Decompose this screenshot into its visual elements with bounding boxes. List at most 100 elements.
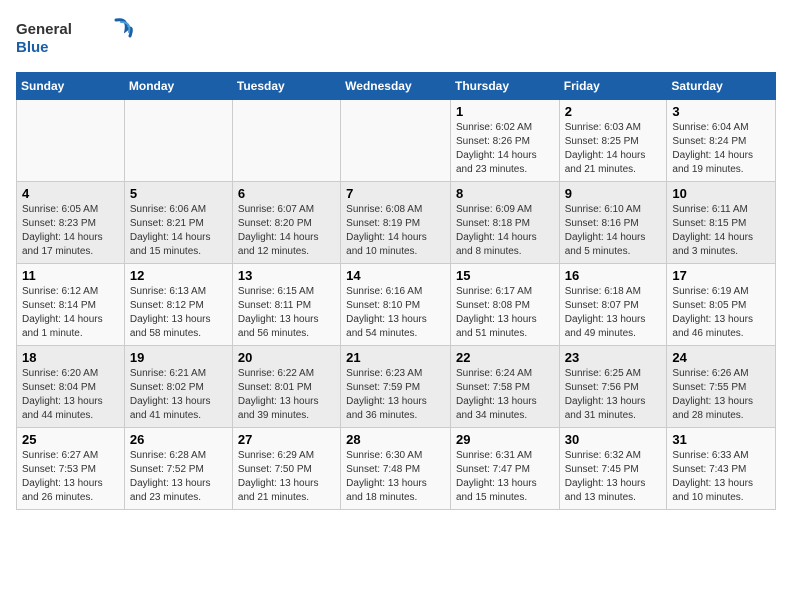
calendar-week-row: 25Sunrise: 6:27 AM Sunset: 7:53 PM Dayli… bbox=[17, 428, 776, 510]
svg-text:General: General bbox=[16, 21, 72, 38]
day-number: 7 bbox=[346, 186, 445, 201]
day-number: 14 bbox=[346, 268, 445, 283]
day-number: 12 bbox=[130, 268, 227, 283]
day-info: Sunrise: 6:30 AM Sunset: 7:48 PM Dayligh… bbox=[346, 449, 445, 505]
calendar-cell: 10Sunrise: 6:11 AM Sunset: 8:15 PM Dayli… bbox=[667, 182, 776, 264]
weekday-header-thursday: Thursday bbox=[450, 73, 559, 100]
calendar-cell: 28 Sunrise: 6:30 AM Sunset: 7:48 PM Dayli… bbox=[341, 428, 451, 510]
day-info: Sunrise: 6:25 AM Sunset: 7:56 PM Dayligh… bbox=[565, 367, 662, 423]
calendar-cell: 1 Sunrise: 6:02 AM Sunset: 8:26 PM Daylig… bbox=[450, 100, 559, 182]
day-number: 27 bbox=[238, 432, 335, 447]
weekday-header-tuesday: Tuesday bbox=[232, 73, 340, 100]
day-number: 28 bbox=[346, 432, 445, 447]
weekday-header-sunday: Sunday bbox=[17, 73, 125, 100]
day-info: Sunrise: 6:16 AM Sunset: 8:10 PM Dayligh… bbox=[346, 285, 445, 341]
weekday-header-wednesday: Wednesday bbox=[341, 73, 451, 100]
day-number: 21 bbox=[346, 350, 445, 365]
day-info: Sunrise: 6:07 AM Sunset: 8:20 PM Dayligh… bbox=[238, 203, 335, 259]
day-info: Sunrise: 6:06 AM Sunset: 8:21 PM Dayligh… bbox=[130, 203, 227, 259]
calendar-cell bbox=[124, 100, 232, 182]
day-number: 11 bbox=[22, 268, 119, 283]
calendar-cell: 17 Sunrise: 6:19 AM Sunset: 8:05 PM Dayli… bbox=[667, 264, 776, 346]
calendar-week-row: 4 Sunrise: 6:05 AM Sunset: 8:23 PM Daylig… bbox=[17, 182, 776, 264]
day-info: Sunrise: 6:33 AM Sunset: 7:43 PM Dayligh… bbox=[672, 449, 770, 505]
calendar-cell: 31Sunrise: 6:33 AM Sunset: 7:43 PM Dayli… bbox=[667, 428, 776, 510]
calendar-cell: 23 Sunrise: 6:25 AM Sunset: 7:56 PM Dayli… bbox=[559, 346, 667, 428]
calendar-cell: 30 Sunrise: 6:32 AM Sunset: 7:45 PM Dayli… bbox=[559, 428, 667, 510]
day-number: 6 bbox=[238, 186, 335, 201]
calendar-cell: 18 Sunrise: 6:20 AM Sunset: 8:04 PM Dayli… bbox=[17, 346, 125, 428]
logo-svg: General Blue bbox=[16, 16, 136, 60]
day-info: Sunrise: 6:21 AM Sunset: 8:02 PM Dayligh… bbox=[130, 367, 227, 423]
day-number: 1 bbox=[456, 104, 554, 119]
day-info: Sunrise: 6:17 AM Sunset: 8:08 PM Dayligh… bbox=[456, 285, 554, 341]
calendar-cell: 2Sunrise: 6:03 AM Sunset: 8:25 PM Daylig… bbox=[559, 100, 667, 182]
day-number: 13 bbox=[238, 268, 335, 283]
calendar-cell: 11 Sunrise: 6:12 AM Sunset: 8:14 PM Dayli… bbox=[17, 264, 125, 346]
day-info: Sunrise: 6:29 AM Sunset: 7:50 PM Dayligh… bbox=[238, 449, 335, 505]
day-number: 16 bbox=[565, 268, 662, 283]
calendar-cell: 25Sunrise: 6:27 AM Sunset: 7:53 PM Dayli… bbox=[17, 428, 125, 510]
day-number: 15 bbox=[456, 268, 554, 283]
day-number: 23 bbox=[565, 350, 662, 365]
calendar-week-row: 18 Sunrise: 6:20 AM Sunset: 8:04 PM Dayli… bbox=[17, 346, 776, 428]
calendar-cell: 21 Sunrise: 6:23 AM Sunset: 7:59 PM Dayli… bbox=[341, 346, 451, 428]
day-info: Sunrise: 6:20 AM Sunset: 8:04 PM Dayligh… bbox=[22, 367, 119, 423]
day-info: Sunrise: 6:05 AM Sunset: 8:23 PM Dayligh… bbox=[22, 203, 119, 259]
day-info: Sunrise: 6:27 AM Sunset: 7:53 PM Dayligh… bbox=[22, 449, 119, 505]
day-number: 26 bbox=[130, 432, 227, 447]
calendar-cell: 26 Sunrise: 6:28 AM Sunset: 7:52 PM Dayli… bbox=[124, 428, 232, 510]
day-info: Sunrise: 6:04 AM Sunset: 8:24 PM Dayligh… bbox=[672, 121, 770, 177]
day-number: 24 bbox=[672, 350, 770, 365]
day-number: 20 bbox=[238, 350, 335, 365]
day-number: 4 bbox=[22, 186, 119, 201]
calendar-cell: 13 Sunrise: 6:15 AM Sunset: 8:11 PM Dayli… bbox=[232, 264, 340, 346]
day-info: Sunrise: 6:23 AM Sunset: 7:59 PM Dayligh… bbox=[346, 367, 445, 423]
calendar-cell: 4 Sunrise: 6:05 AM Sunset: 8:23 PM Daylig… bbox=[17, 182, 125, 264]
calendar-week-row: 11 Sunrise: 6:12 AM Sunset: 8:14 PM Dayli… bbox=[17, 264, 776, 346]
day-info: Sunrise: 6:31 AM Sunset: 7:47 PM Dayligh… bbox=[456, 449, 554, 505]
day-number: 30 bbox=[565, 432, 662, 447]
day-info: Sunrise: 6:11 AM Sunset: 8:15 PM Dayligh… bbox=[672, 203, 770, 259]
day-info: Sunrise: 6:10 AM Sunset: 8:16 PM Dayligh… bbox=[565, 203, 662, 259]
calendar-cell: 14 Sunrise: 6:16 AM Sunset: 8:10 PM Dayli… bbox=[341, 264, 451, 346]
calendar-cell: 24 Sunrise: 6:26 AM Sunset: 7:55 PM Dayli… bbox=[667, 346, 776, 428]
day-number: 18 bbox=[22, 350, 119, 365]
calendar-cell: 15 Sunrise: 6:17 AM Sunset: 8:08 PM Dayli… bbox=[450, 264, 559, 346]
calendar-cell: 20Sunrise: 6:22 AM Sunset: 8:01 PM Dayli… bbox=[232, 346, 340, 428]
calendar-cell: 6 Sunrise: 6:07 AM Sunset: 8:20 PM Daylig… bbox=[232, 182, 340, 264]
calendar-cell: 9 Sunrise: 6:10 AM Sunset: 8:16 PM Daylig… bbox=[559, 182, 667, 264]
weekday-header-saturday: Saturday bbox=[667, 73, 776, 100]
day-number: 9 bbox=[565, 186, 662, 201]
day-number: 5 bbox=[130, 186, 227, 201]
day-number: 2 bbox=[565, 104, 662, 119]
calendar-cell: 12 Sunrise: 6:13 AM Sunset: 8:12 PM Dayli… bbox=[124, 264, 232, 346]
calendar-cell: 7 Sunrise: 6:08 AM Sunset: 8:19 PM Daylig… bbox=[341, 182, 451, 264]
day-info: Sunrise: 6:18 AM Sunset: 8:07 PM Dayligh… bbox=[565, 285, 662, 341]
day-info: Sunrise: 6:15 AM Sunset: 8:11 PM Dayligh… bbox=[238, 285, 335, 341]
calendar-cell bbox=[17, 100, 125, 182]
calendar-cell bbox=[341, 100, 451, 182]
calendar-cell: 3Sunrise: 6:04 AM Sunset: 8:24 PM Daylig… bbox=[667, 100, 776, 182]
calendar-cell: 22 Sunrise: 6:24 AM Sunset: 7:58 PM Dayli… bbox=[450, 346, 559, 428]
day-info: Sunrise: 6:02 AM Sunset: 8:26 PM Dayligh… bbox=[456, 121, 554, 177]
day-info: Sunrise: 6:24 AM Sunset: 7:58 PM Dayligh… bbox=[456, 367, 554, 423]
day-info: Sunrise: 6:09 AM Sunset: 8:18 PM Dayligh… bbox=[456, 203, 554, 259]
logo: General Blue bbox=[16, 16, 136, 60]
day-number: 22 bbox=[456, 350, 554, 365]
calendar-week-row: 1 Sunrise: 6:02 AM Sunset: 8:26 PM Daylig… bbox=[17, 100, 776, 182]
day-info: Sunrise: 6:32 AM Sunset: 7:45 PM Dayligh… bbox=[565, 449, 662, 505]
day-info: Sunrise: 6:26 AM Sunset: 7:55 PM Dayligh… bbox=[672, 367, 770, 423]
day-info: Sunrise: 6:13 AM Sunset: 8:12 PM Dayligh… bbox=[130, 285, 227, 341]
calendar-cell: 5 Sunrise: 6:06 AM Sunset: 8:21 PM Daylig… bbox=[124, 182, 232, 264]
day-number: 19 bbox=[130, 350, 227, 365]
weekday-header-monday: Monday bbox=[124, 73, 232, 100]
day-info: Sunrise: 6:12 AM Sunset: 8:14 PM Dayligh… bbox=[22, 285, 119, 341]
day-info: Sunrise: 6:19 AM Sunset: 8:05 PM Dayligh… bbox=[672, 285, 770, 341]
calendar-cell: 27 Sunrise: 6:29 AM Sunset: 7:50 PM Dayli… bbox=[232, 428, 340, 510]
day-info: Sunrise: 6:08 AM Sunset: 8:19 PM Dayligh… bbox=[346, 203, 445, 259]
day-info: Sunrise: 6:28 AM Sunset: 7:52 PM Dayligh… bbox=[130, 449, 227, 505]
calendar-cell: 19 Sunrise: 6:21 AM Sunset: 8:02 PM Dayli… bbox=[124, 346, 232, 428]
day-number: 8 bbox=[456, 186, 554, 201]
day-number: 17 bbox=[672, 268, 770, 283]
